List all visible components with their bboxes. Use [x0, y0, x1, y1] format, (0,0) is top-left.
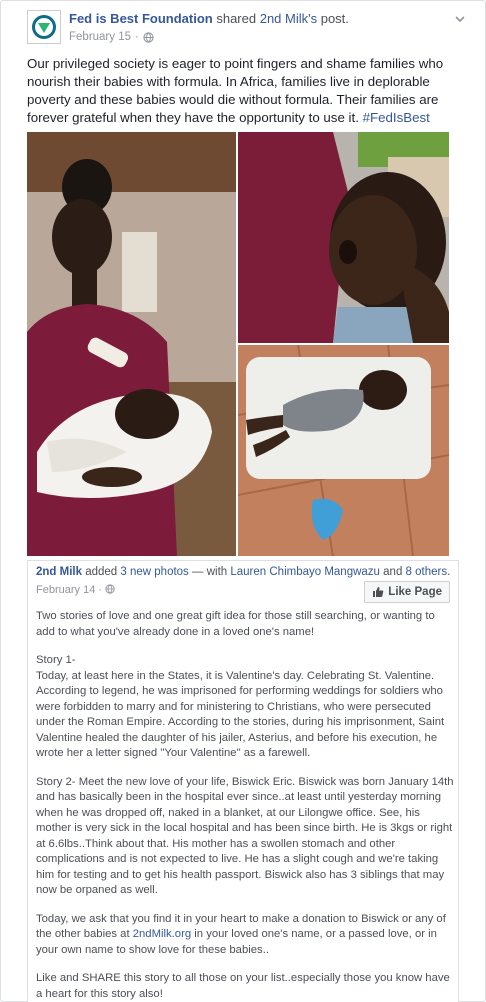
post-body: Our privileged society is eager to point… [27, 55, 457, 127]
globe-icon [143, 31, 154, 43]
paragraph-intro: Two stories of love and one great gift i… [36, 610, 435, 638]
post-date[interactable]: February 15 [69, 31, 131, 43]
shared-author-link[interactable]: 2nd Milk [36, 566, 82, 578]
and-text: and [379, 566, 406, 578]
paragraph-story-1: Story 1- Today, at least here in the Stat… [36, 653, 454, 762]
shared-attribution: 2nd Milk added 3 new photos — with Laure… [36, 566, 450, 578]
post-meta: February 15 · [69, 31, 154, 43]
shared-post-body: Two stories of love and one great gift i… [36, 609, 454, 1002]
period-text: . [447, 566, 451, 578]
story-1-title: Story 1- [36, 654, 76, 666]
post-attribution: Fed is Best Foundation shared 2nd Milk's… [69, 11, 349, 26]
others-link[interactable]: 8 others [406, 566, 448, 578]
added-text: added [82, 566, 121, 578]
paragraph-share: Like and SHARE this story to all those o… [36, 972, 450, 1000]
photo-mother-feeding-baby[interactable] [27, 132, 236, 556]
paragraph-donation: Today, we ask that you find it in your h… [36, 912, 454, 959]
story-1-text: Today, at least here in the States, it i… [36, 669, 445, 760]
page-name-link[interactable]: Fed is Best Foundation [69, 11, 213, 26]
tagged-person-link[interactable]: Lauren Chimbayo Mangwazu [230, 566, 380, 578]
new-photos-link[interactable]: 3 new photos [120, 566, 188, 578]
thumbs-up-icon [373, 587, 384, 597]
paragraph-story-2: Story 2- Meet the new love of your life,… [36, 775, 454, 897]
shared-source-link[interactable]: 2nd Milk's [260, 11, 317, 26]
shared-text: shared [212, 11, 260, 26]
shared-date-text: February 14 [36, 584, 96, 596]
like-page-button[interactable]: Like Page [364, 581, 450, 603]
post-word: post. [317, 11, 349, 26]
shared-date[interactable]: February 14 · [36, 584, 115, 596]
shared-post: 2nd Milk added 3 new photos — with Laure… [27, 560, 459, 1002]
globe-icon [105, 584, 115, 594]
photo-baby-on-scale[interactable] [238, 345, 449, 556]
page-avatar[interactable] [27, 10, 61, 44]
fed-is-best-logo [32, 15, 56, 39]
post-header: Fed is Best Foundation shared 2nd Milk's… [27, 10, 467, 46]
photo-grid [27, 132, 449, 556]
website-link[interactable]: 2ndMilk.org [133, 928, 191, 940]
like-page-label: Like Page [388, 586, 442, 598]
hashtag-link[interactable]: #FedIsBest [363, 110, 430, 125]
chevron-down-icon[interactable] [453, 12, 467, 26]
photo-baby-held[interactable] [238, 132, 449, 343]
with-text: — with [188, 566, 231, 578]
facebook-post-card: Fed is Best Foundation shared 2nd Milk's… [0, 0, 486, 1002]
